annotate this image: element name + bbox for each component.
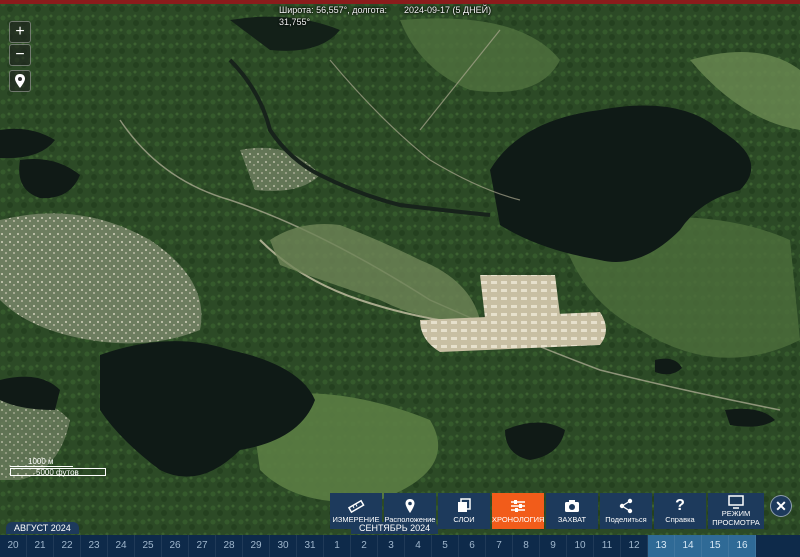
- timeline-button[interactable]: ХРОНОЛОГИЯ: [492, 493, 544, 529]
- coordinates-readout: Широта: 56,557°, долгота: 31,755° 2024-0…: [279, 4, 491, 28]
- timeline-day[interactable]: 12: [621, 535, 648, 557]
- timeline-day[interactable]: 5: [432, 535, 459, 557]
- layers-icon: [438, 497, 490, 515]
- scale-imperial-label: 5000 футов: [36, 468, 79, 477]
- timeline-day[interactable]: 7: [486, 535, 513, 557]
- timeline-day[interactable]: 31: [297, 535, 324, 557]
- timeline-day[interactable]: 28: [216, 535, 243, 557]
- monitor-icon: [708, 495, 764, 509]
- timeline-day[interactable]: 15: [702, 535, 729, 557]
- satellite-map[interactable]: [0, 0, 800, 557]
- scale-metric-label: 1000 м: [28, 457, 54, 466]
- help-button[interactable]: ? Справка: [654, 493, 706, 529]
- timeline-day[interactable]: 26: [162, 535, 189, 557]
- coordinates-line-1: Широта: 56,557°, долгота:: [279, 5, 387, 15]
- view-mode-button[interactable]: РЕЖИМ ПРОСМОТРА: [708, 493, 764, 529]
- help-label: Справка: [665, 515, 695, 524]
- timeline-day[interactable]: 27: [189, 535, 216, 557]
- timeline-day[interactable]: 22: [54, 535, 81, 557]
- timeline-day[interactable]: 6: [459, 535, 486, 557]
- map-pin-icon: [384, 497, 436, 515]
- ruler-icon: [330, 497, 382, 515]
- timeline-label: ХРОНОЛОГИЯ: [492, 515, 545, 524]
- share-button[interactable]: Поделиться: [600, 493, 652, 529]
- timeline-day[interactable]: 14: [675, 535, 702, 557]
- scale-bar: 1000 м 5000 футов: [10, 457, 106, 479]
- camera-icon: [546, 497, 598, 515]
- timeline-day[interactable]: 1: [324, 535, 351, 557]
- month-label-september: СЕНТЯБРЬ 2024: [351, 522, 439, 534]
- coordinates-line-2: 31,755°: [279, 17, 311, 27]
- help-icon: ?: [675, 497, 685, 514]
- satellite-imagery: [0, 0, 800, 557]
- share-label: Поделиться: [605, 515, 647, 524]
- capture-button[interactable]: ЗАХВАТ: [546, 493, 598, 529]
- close-button[interactable]: ✕: [770, 495, 792, 517]
- timeline-day[interactable]: 3: [378, 535, 405, 557]
- top-accent-bar: [0, 0, 800, 4]
- view-mode-label: РЕЖИМ ПРОСМОТРА: [712, 509, 760, 527]
- timeline-day[interactable]: 16: [729, 535, 756, 557]
- timeline-day[interactable]: 23: [81, 535, 108, 557]
- scale-metric-line: [10, 466, 73, 467]
- timeline-day[interactable]: 29: [243, 535, 270, 557]
- timeline-day[interactable]: 10: [567, 535, 594, 557]
- timeline-day[interactable]: 21: [27, 535, 54, 557]
- timeline-day[interactable]: 4: [405, 535, 432, 557]
- map-pin-icon: [15, 74, 25, 88]
- timeline-day[interactable]: 11: [594, 535, 621, 557]
- capture-label: ЗАХВАТ: [557, 515, 587, 524]
- layers-button[interactable]: СЛОИ: [438, 493, 490, 529]
- imagery-date: 2024-09-17 (5 ДНЕЙ): [404, 5, 492, 15]
- zoom-in-button[interactable]: +: [9, 21, 31, 43]
- timeline-day[interactable]: 24: [108, 535, 135, 557]
- timeline-day[interactable]: 2: [351, 535, 378, 557]
- layers-label: СЛОИ: [453, 515, 475, 524]
- timeline-day[interactable]: 8: [513, 535, 540, 557]
- sliders-icon: [492, 497, 544, 515]
- timeline-days: 20 21 22 23 24 25 26 27 28 29 30 31 1 2 3 4 5 6 7 8 9 10 11 12 1…: [0, 535, 800, 557]
- share-icon: [600, 497, 652, 515]
- timeline-day[interactable]: 30: [270, 535, 297, 557]
- zoom-out-button[interactable]: −: [9, 44, 31, 66]
- timeline-day[interactable]: 13: [648, 535, 675, 557]
- timeline-day[interactable]: 20: [0, 535, 27, 557]
- my-location-button[interactable]: [9, 70, 31, 92]
- timeline-day[interactable]: 9: [540, 535, 567, 557]
- month-label-august: АВГУСТ 2024: [6, 522, 79, 534]
- timeline-day[interactable]: 25: [135, 535, 162, 557]
